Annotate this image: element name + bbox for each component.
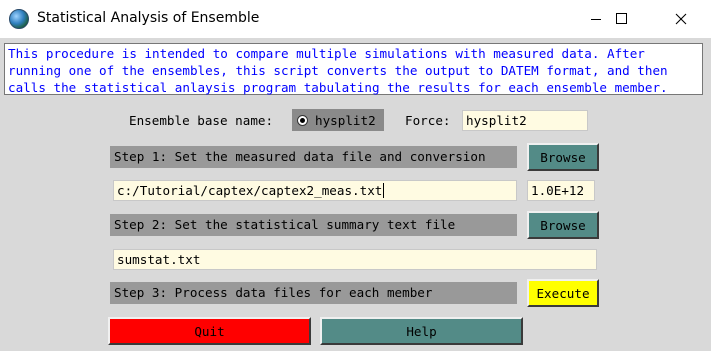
ensemble-radio-hysplit2[interactable]: hysplit2 (292, 109, 384, 131)
ensemble-base-name-label: Ensemble base name: (129, 113, 274, 128)
help-button[interactable]: Help (320, 317, 523, 345)
conversion-factor-value: 1.0E+12 (531, 183, 585, 198)
force-input[interactable]: hysplit2 (462, 110, 588, 131)
maximize-button[interactable] (599, 0, 645, 38)
step3-label: Step 3: Process data files for each memb… (110, 282, 517, 304)
radio-selected-icon (297, 114, 308, 126)
measured-data-file-value: c:/Tutorial/captex/captex2_meas.txt (117, 183, 383, 198)
description-text: This procedure is intended to compare mu… (4, 43, 703, 95)
description-line: calls the statistical anlaysis program t… (8, 80, 668, 95)
step1-label: Step 1: Set the measured data file and c… (110, 146, 517, 168)
title-bar[interactable]: Statistical Analysis of Ensemble (0, 0, 711, 38)
ensemble-radio-label: hysplit2 (315, 112, 376, 128)
text-caret (383, 183, 385, 198)
globe-icon (9, 9, 29, 29)
maximize-icon (616, 13, 627, 24)
description-line: This procedure is intended to compare mu… (8, 46, 645, 61)
step1-browse-button[interactable]: Browse (527, 143, 599, 171)
force-label: Force: (405, 113, 451, 128)
close-button[interactable] (658, 0, 704, 38)
conversion-factor-input[interactable]: 1.0E+12 (527, 180, 595, 201)
summary-file-input[interactable]: sumstat.txt (113, 249, 597, 270)
description-line: running one of the ensembles, this scrip… (8, 63, 668, 78)
quit-button[interactable]: Quit (108, 317, 311, 345)
execute-button[interactable]: Execute (527, 279, 599, 307)
step2-label: Step 2: Set the statistical summary text… (110, 214, 517, 236)
close-icon (675, 13, 687, 25)
summary-file-value: sumstat.txt (117, 252, 201, 267)
step2-browse-button[interactable]: Browse (527, 211, 599, 239)
window-title: Statistical Analysis of Ensemble (37, 10, 260, 26)
force-value: hysplit2 (466, 113, 527, 128)
measured-data-file-input[interactable]: c:/Tutorial/captex/captex2_meas.txt (113, 180, 517, 201)
